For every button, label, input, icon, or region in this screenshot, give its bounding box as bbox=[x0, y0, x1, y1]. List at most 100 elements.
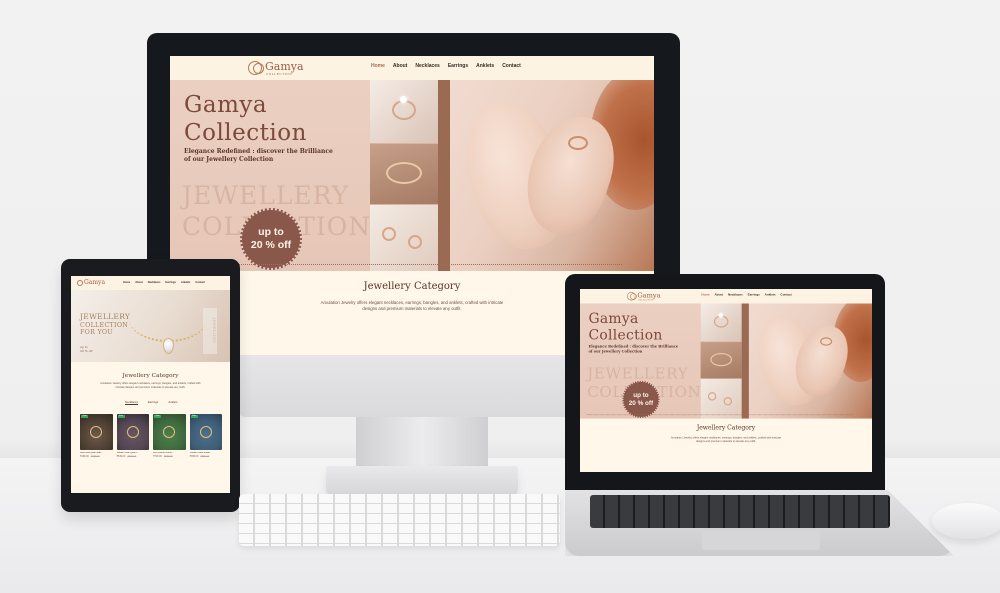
earring-right-icon bbox=[408, 235, 422, 249]
product-card[interactable]: Sale Mint colored stone... ₹749.00 ₹999.0… bbox=[153, 414, 186, 458]
tablet-menu-about[interactable]: About bbox=[135, 281, 143, 284]
logo-subtext: COLLECTION bbox=[266, 72, 293, 76]
menu-item-necklaces[interactable]: Necklaces bbox=[415, 63, 439, 69]
website-tablet: Gamya Home About Necklaces Earrings Ankl… bbox=[71, 276, 230, 493]
tablet-nav-bar: Gamya Home About Necklaces Earrings Ankl… bbox=[71, 276, 230, 290]
product-price: ₹499.00 ₹699.00 bbox=[80, 455, 113, 458]
logo[interactable]: Gamya COLLECTION bbox=[627, 291, 661, 302]
product-card[interactable]: Sale Golden finish green... ₹549.00 ₹799.… bbox=[116, 414, 150, 458]
tablet-hero-offer: up to 20 % off bbox=[80, 345, 93, 354]
tab-earrings[interactable]: Earrings bbox=[148, 400, 158, 405]
menu-item-home[interactable]: Home bbox=[701, 293, 709, 297]
price-old: ₹599.00 bbox=[200, 455, 210, 458]
menu-item-anklets[interactable]: Anklets bbox=[476, 63, 494, 69]
jewel-icon bbox=[90, 426, 102, 438]
hero-tagline: Elegance Redefined : discover the Brilli… bbox=[184, 148, 333, 164]
product-card[interactable]: Sale Golden chain anklet... ₹399.00 ₹599.… bbox=[189, 414, 223, 458]
tablet-hero-line-3: FOR YOU bbox=[80, 328, 114, 336]
sale-badge: Sale bbox=[117, 415, 125, 418]
hero-divider-bar bbox=[741, 303, 749, 419]
product-image[interactable]: Sale bbox=[80, 414, 113, 450]
product-name[interactable]: Golden finish green... bbox=[117, 452, 150, 454]
menu-item-contact[interactable]: Contact bbox=[502, 63, 521, 69]
main-menu: Home About Necklaces Earrings Anklets Co… bbox=[371, 63, 521, 69]
earrings-photo bbox=[700, 378, 742, 419]
menu-item-earrings[interactable]: Earrings bbox=[748, 293, 760, 297]
tablet-category-description: Amulation Jewelry offers elegant necklac… bbox=[100, 382, 201, 389]
sale-badge: Sale bbox=[81, 415, 88, 418]
ring-icon bbox=[568, 136, 588, 150]
discount-badge[interactable]: up to 20 % off bbox=[622, 380, 660, 419]
tablet-category-tabs: Necklaces Earrings Anklets bbox=[125, 400, 178, 405]
dotted-divider bbox=[587, 414, 853, 416]
desktop-keyboard bbox=[239, 494, 560, 546]
hero-title-line-2: Collection bbox=[588, 327, 663, 344]
ghost-line-1: JEWELLERY bbox=[182, 181, 350, 210]
bracelet-icon bbox=[710, 352, 733, 367]
badge-line-1: up to bbox=[633, 391, 649, 399]
menu-item-contact[interactable]: Contact bbox=[780, 293, 791, 297]
tablet-category-title: Jewellery Category bbox=[122, 373, 179, 379]
hero-banner: JEWELLERY COLLECTION Gamya Collection El… bbox=[580, 303, 872, 419]
hero-photo-column bbox=[370, 80, 438, 271]
laptop-screen: Gamya COLLECTION Home About Necklaces Ea… bbox=[580, 289, 872, 472]
logo-subtext: COLLECTION bbox=[637, 298, 654, 302]
menu-item-earrings[interactable]: Earrings bbox=[448, 63, 468, 69]
hero-title-line-2: Collection bbox=[184, 119, 307, 146]
tablet-hero-title: JEWELLERY COLLECTION FOR YOU bbox=[80, 312, 131, 336]
hero-tagline: Elegance Redefined : discover the Brilli… bbox=[588, 344, 679, 354]
product-image[interactable]: Sale bbox=[153, 414, 186, 450]
tab-necklaces[interactable]: Necklaces bbox=[125, 400, 138, 405]
menu-item-about[interactable]: About bbox=[714, 293, 723, 297]
tab-anklets[interactable]: Anklets bbox=[168, 400, 177, 405]
logo[interactable]: Gamya COLLECTION bbox=[248, 59, 304, 77]
logo-mark-icon bbox=[248, 61, 264, 75]
product-name[interactable]: Mint colored stone... bbox=[153, 452, 186, 454]
price-old: ₹699.00 bbox=[90, 455, 100, 458]
badge-line-2: 20 % off bbox=[628, 399, 654, 407]
product-name[interactable]: Golden chain anklet... bbox=[190, 452, 223, 454]
tablet-logo-text: Gamya bbox=[84, 279, 106, 286]
hero-title: Gamya Collection bbox=[184, 92, 307, 147]
bracelet-icon bbox=[386, 162, 422, 184]
category-section: Jewellery Category Amulation Jewelry off… bbox=[580, 418, 872, 470]
nav-bar: Gamya COLLECTION Home About Necklaces Ea… bbox=[170, 56, 654, 80]
logo-mark-icon bbox=[627, 292, 637, 301]
tablet-menu-home[interactable]: Home bbox=[123, 281, 130, 284]
hero-title-line-1: Gamya bbox=[184, 92, 268, 118]
hero-model-photo bbox=[748, 303, 872, 419]
tablet-menu-anklets[interactable]: Anklets bbox=[181, 281, 190, 284]
tablet-hero-line-1: JEWELLERY bbox=[80, 312, 131, 321]
tablet-logo[interactable]: Gamya bbox=[77, 279, 105, 286]
jewel-icon bbox=[199, 426, 212, 438]
earring-left-icon bbox=[707, 392, 717, 401]
bracelet-photo bbox=[370, 144, 438, 204]
menu-item-home[interactable]: Home bbox=[371, 63, 385, 69]
sale-badge: Sale bbox=[154, 415, 161, 418]
tablet-menu-necklaces[interactable]: Necklaces bbox=[148, 281, 161, 284]
discount-badge[interactable]: up to 20 % off bbox=[240, 208, 302, 270]
ring-icon bbox=[392, 100, 416, 120]
earring-left-icon bbox=[382, 227, 396, 241]
price-old: ₹999.00 bbox=[163, 455, 173, 458]
price-old: ₹799.00 bbox=[127, 455, 137, 458]
product-card[interactable]: Sale Gold tone green leaf... ₹499.00 ₹699… bbox=[80, 414, 113, 458]
product-image[interactable]: Sale bbox=[189, 414, 222, 450]
dotted-divider bbox=[182, 264, 622, 265]
nav-bar: Gamya COLLECTION Home About Necklaces Ea… bbox=[580, 289, 872, 304]
tablet-screen: Gamya Home About Necklaces Earrings Ankl… bbox=[71, 276, 230, 493]
tablet-menu-contact[interactable]: Contact bbox=[195, 281, 205, 284]
gem-icon bbox=[400, 96, 407, 103]
category-description: Amulation Jewelry offers elegant necklac… bbox=[320, 300, 504, 312]
menu-item-about[interactable]: About bbox=[393, 63, 407, 69]
menu-item-necklaces[interactable]: Necklaces bbox=[728, 293, 743, 297]
tablet-hero: JEWELLERY JEWELLERY COLLECTION FOR YOU u… bbox=[71, 290, 230, 362]
badge-line-1: up to bbox=[258, 226, 284, 238]
menu-item-anklets[interactable]: Anklets bbox=[765, 293, 776, 297]
hero-photo-column bbox=[700, 303, 742, 419]
product-name[interactable]: Gold tone green leaf... bbox=[80, 452, 113, 454]
tablet-menu-earrings[interactable]: Earrings bbox=[165, 281, 176, 284]
main-menu: Home About Necklaces Earrings Anklets Co… bbox=[701, 293, 791, 297]
product-image[interactable]: Sale bbox=[116, 414, 149, 450]
gem-icon bbox=[718, 313, 723, 318]
